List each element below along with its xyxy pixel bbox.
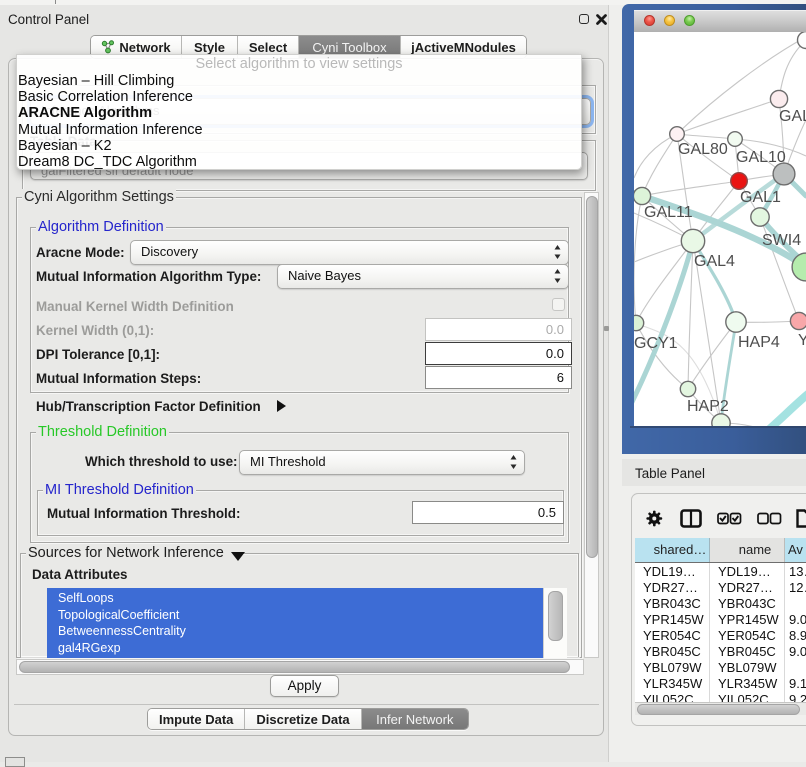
svg-text:HAP4: HAP4 [738, 334, 780, 351]
svg-text:GAL4: GAL4 [694, 253, 735, 270]
svg-text:GAL: GAL [779, 108, 806, 125]
svg-text:Y: Y [798, 332, 806, 349]
svg-text:GAL1: GAL1 [740, 189, 781, 206]
svg-text:GAL10: GAL10 [736, 149, 786, 166]
svg-text:GAL80: GAL80 [678, 141, 728, 158]
svg-text:GAL11: GAL11 [644, 204, 693, 221]
svg-text:GCY1: GCY1 [634, 335, 678, 352]
svg-text:SWI4: SWI4 [762, 232, 801, 249]
svg-text:HAP2: HAP2 [687, 398, 729, 415]
